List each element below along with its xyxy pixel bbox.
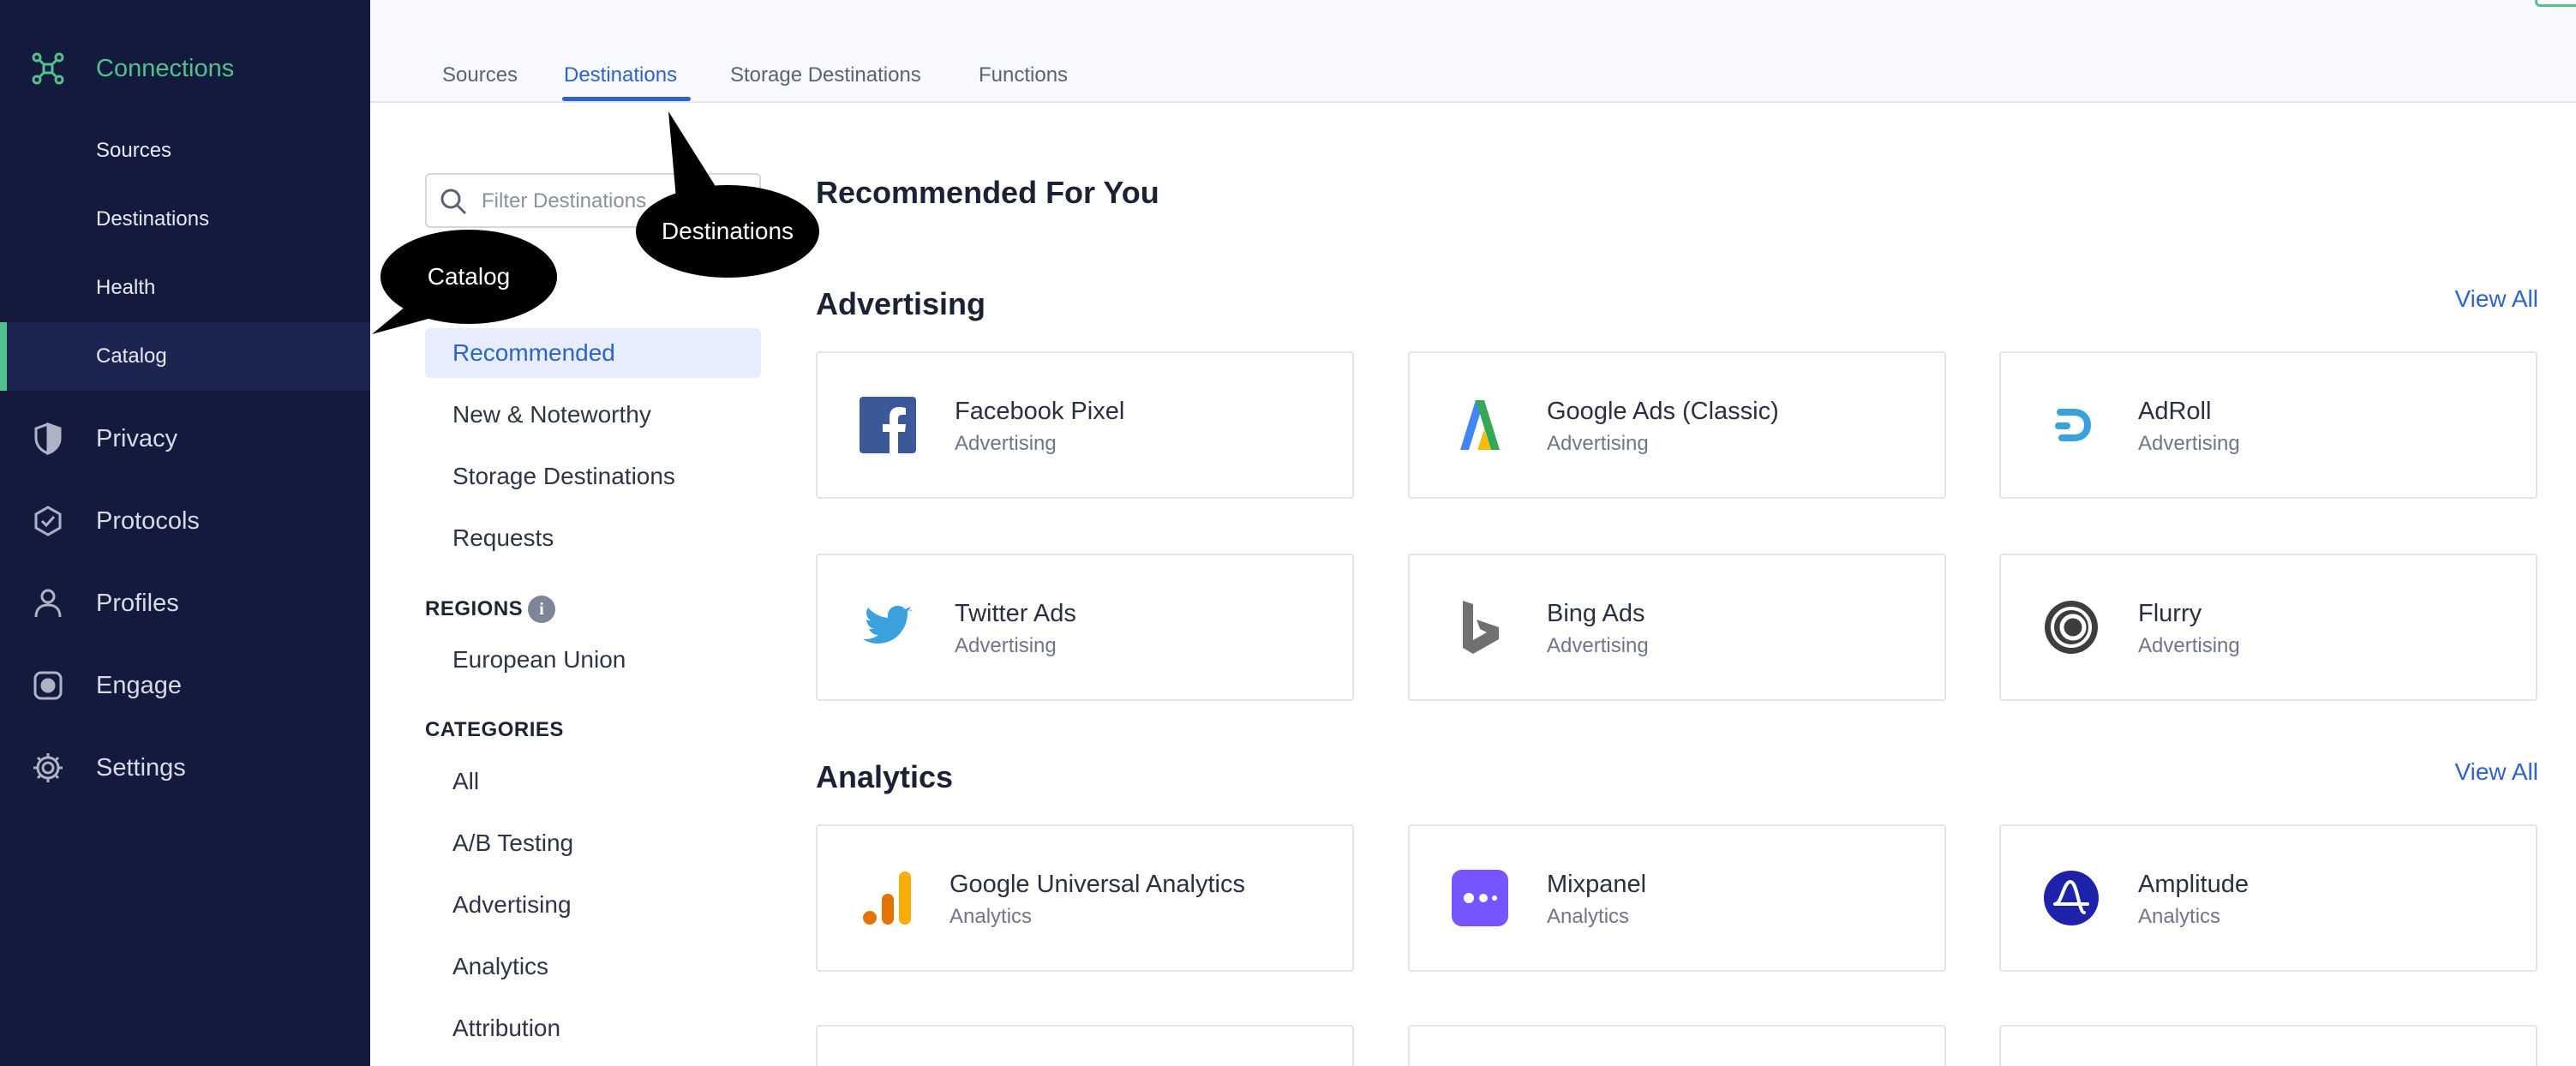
tab-storage-destinations[interactable]: Storage Destinations [730, 63, 921, 87]
sidebar-item-catalog[interactable]: Catalog [0, 322, 370, 391]
view-all-advertising-link[interactable]: View All [2454, 285, 2538, 313]
destination-card-mixpanel[interactable]: Mixpanel Analytics [1408, 824, 1946, 972]
sidebar-item-engage[interactable]: Engage [0, 660, 370, 711]
sidebar-item-destinations[interactable]: Destinations [0, 185, 370, 254]
destination-card-amplitude[interactable]: Amplitude Analytics [1999, 824, 2537, 972]
google-analytics-icon [857, 867, 919, 929]
tab-destinations[interactable]: Destinations [564, 63, 677, 87]
destination-card-facebook-pixel[interactable]: Facebook Pixel Advertising [816, 351, 1354, 499]
header-button-edge[interactable] [2535, 0, 2576, 7]
mixpanel-icon [1449, 867, 1511, 929]
profiles-icon [29, 584, 67, 622]
sidebar-item-label: Catalog [96, 344, 167, 368]
card-category: Advertising [1547, 634, 1649, 657]
card-name: Flurry [2138, 600, 2202, 627]
page-title: Recommended For You [816, 175, 1159, 210]
sidebar-item-settings[interactable]: Settings [0, 742, 370, 794]
adroll-icon [2040, 394, 2102, 456]
card-name: Mixpanel [1547, 871, 1647, 898]
callout-catalog: Catalog [380, 230, 557, 324]
card-name: Bing Ads [1547, 600, 1645, 627]
card-name: Amplitude [2138, 871, 2249, 898]
destination-card-partial[interactable] [1408, 1025, 1946, 1066]
category-analytics[interactable]: Analytics [425, 942, 761, 991]
destination-card-twitter-ads[interactable]: Twitter Ads Advertising [816, 554, 1354, 701]
card-name: AdRoll [2138, 398, 2212, 425]
active-tab-indicator [562, 97, 691, 101]
bing-icon [1449, 596, 1511, 658]
regions-heading: REGIONS [425, 597, 524, 620]
sidebar-item-connections[interactable]: Connections [0, 43, 370, 94]
sidebar-item-label: Engage [96, 671, 182, 699]
sidebar-item-privacy[interactable]: Privacy [0, 413, 370, 464]
category-ab-testing[interactable]: A/B Testing [425, 818, 761, 868]
sidebar-item-label: Protocols [96, 506, 200, 535]
destination-card-flurry[interactable]: Flurry Advertising [1999, 554, 2537, 701]
callout-destinations: Destinations [636, 185, 819, 278]
section-title-analytics: Analytics [816, 759, 954, 794]
gear-icon [29, 749, 67, 787]
card-category: Analytics [2138, 905, 2221, 928]
card-category: Advertising [955, 432, 1057, 455]
card-category: Advertising [2138, 432, 2240, 455]
card-name: Facebook Pixel [955, 398, 1125, 425]
connections-icon [29, 50, 67, 87]
google-ads-icon [1449, 394, 1511, 456]
sidebar-item-label: Profiles [96, 589, 179, 617]
card-name: Twitter Ads [955, 600, 1076, 627]
tab-sources[interactable]: Sources [442, 63, 518, 87]
search-icon [439, 187, 468, 220]
flurry-icon [2040, 596, 2102, 658]
sidebar-item-label: Sources [96, 139, 172, 162]
section-title-advertising: Advertising [816, 286, 986, 321]
card-category: Advertising [955, 634, 1057, 657]
sidebar-item-label: Destinations [96, 207, 210, 231]
sidebar: Connections Sources Destinations Health … [0, 0, 370, 1066]
twitter-icon [857, 596, 919, 658]
category-storage-destinations[interactable]: Storage Destinations [425, 452, 761, 501]
category-attribution[interactable]: Attribution [425, 1003, 761, 1053]
destination-card-google-ads[interactable]: Google Ads (Classic) Advertising [1408, 351, 1946, 499]
destination-card-partial[interactable] [1999, 1025, 2537, 1066]
card-name: Google Universal Analytics [950, 871, 1245, 898]
info-icon[interactable]: i [528, 596, 555, 623]
sidebar-item-label: Connections [96, 54, 235, 82]
facebook-icon [857, 394, 919, 456]
category-requests[interactable]: Requests [425, 513, 761, 563]
tab-functions[interactable]: Functions [979, 63, 1068, 87]
sidebar-item-label: Settings [96, 753, 186, 782]
sidebar-item-health[interactable]: Health [0, 254, 370, 322]
destination-card-bing-ads[interactable]: Bing Ads Advertising [1408, 554, 1946, 701]
card-category: Advertising [1547, 432, 1649, 455]
sidebar-item-label: Privacy [96, 424, 178, 452]
sidebar-item-label: Health [96, 276, 156, 299]
sidebar-item-profiles[interactable]: Profiles [0, 578, 370, 629]
shield-icon [29, 420, 67, 458]
engage-icon [29, 667, 67, 704]
card-category: Analytics [950, 905, 1033, 928]
amplitude-icon [2040, 867, 2102, 929]
sidebar-item-protocols[interactable]: Protocols [0, 495, 370, 547]
protocols-icon [29, 502, 67, 540]
card-category: Analytics [1547, 905, 1630, 928]
region-european-union[interactable]: European Union [425, 635, 761, 685]
destination-card-google-universal-analytics[interactable]: Google Universal Analytics Analytics [816, 824, 1354, 972]
category-all[interactable]: All [425, 757, 761, 806]
view-all-analytics-link[interactable]: View All [2454, 758, 2538, 786]
destination-card-partial[interactable] [816, 1025, 1354, 1066]
category-recommended[interactable]: Recommended [425, 328, 761, 378]
category-new-noteworthy[interactable]: New & Noteworthy [425, 390, 761, 440]
card-name: Google Ads (Classic) [1547, 398, 1779, 425]
sidebar-item-sources[interactable]: Sources [0, 117, 370, 185]
card-category: Advertising [2138, 634, 2240, 657]
category-advertising[interactable]: Advertising [425, 880, 761, 930]
categories-heading: CATEGORIES [425, 718, 564, 741]
tab-bar: Sources Destinations Storage Destination… [370, 0, 2576, 103]
destination-card-adroll[interactable]: AdRoll Advertising [1999, 351, 2537, 499]
